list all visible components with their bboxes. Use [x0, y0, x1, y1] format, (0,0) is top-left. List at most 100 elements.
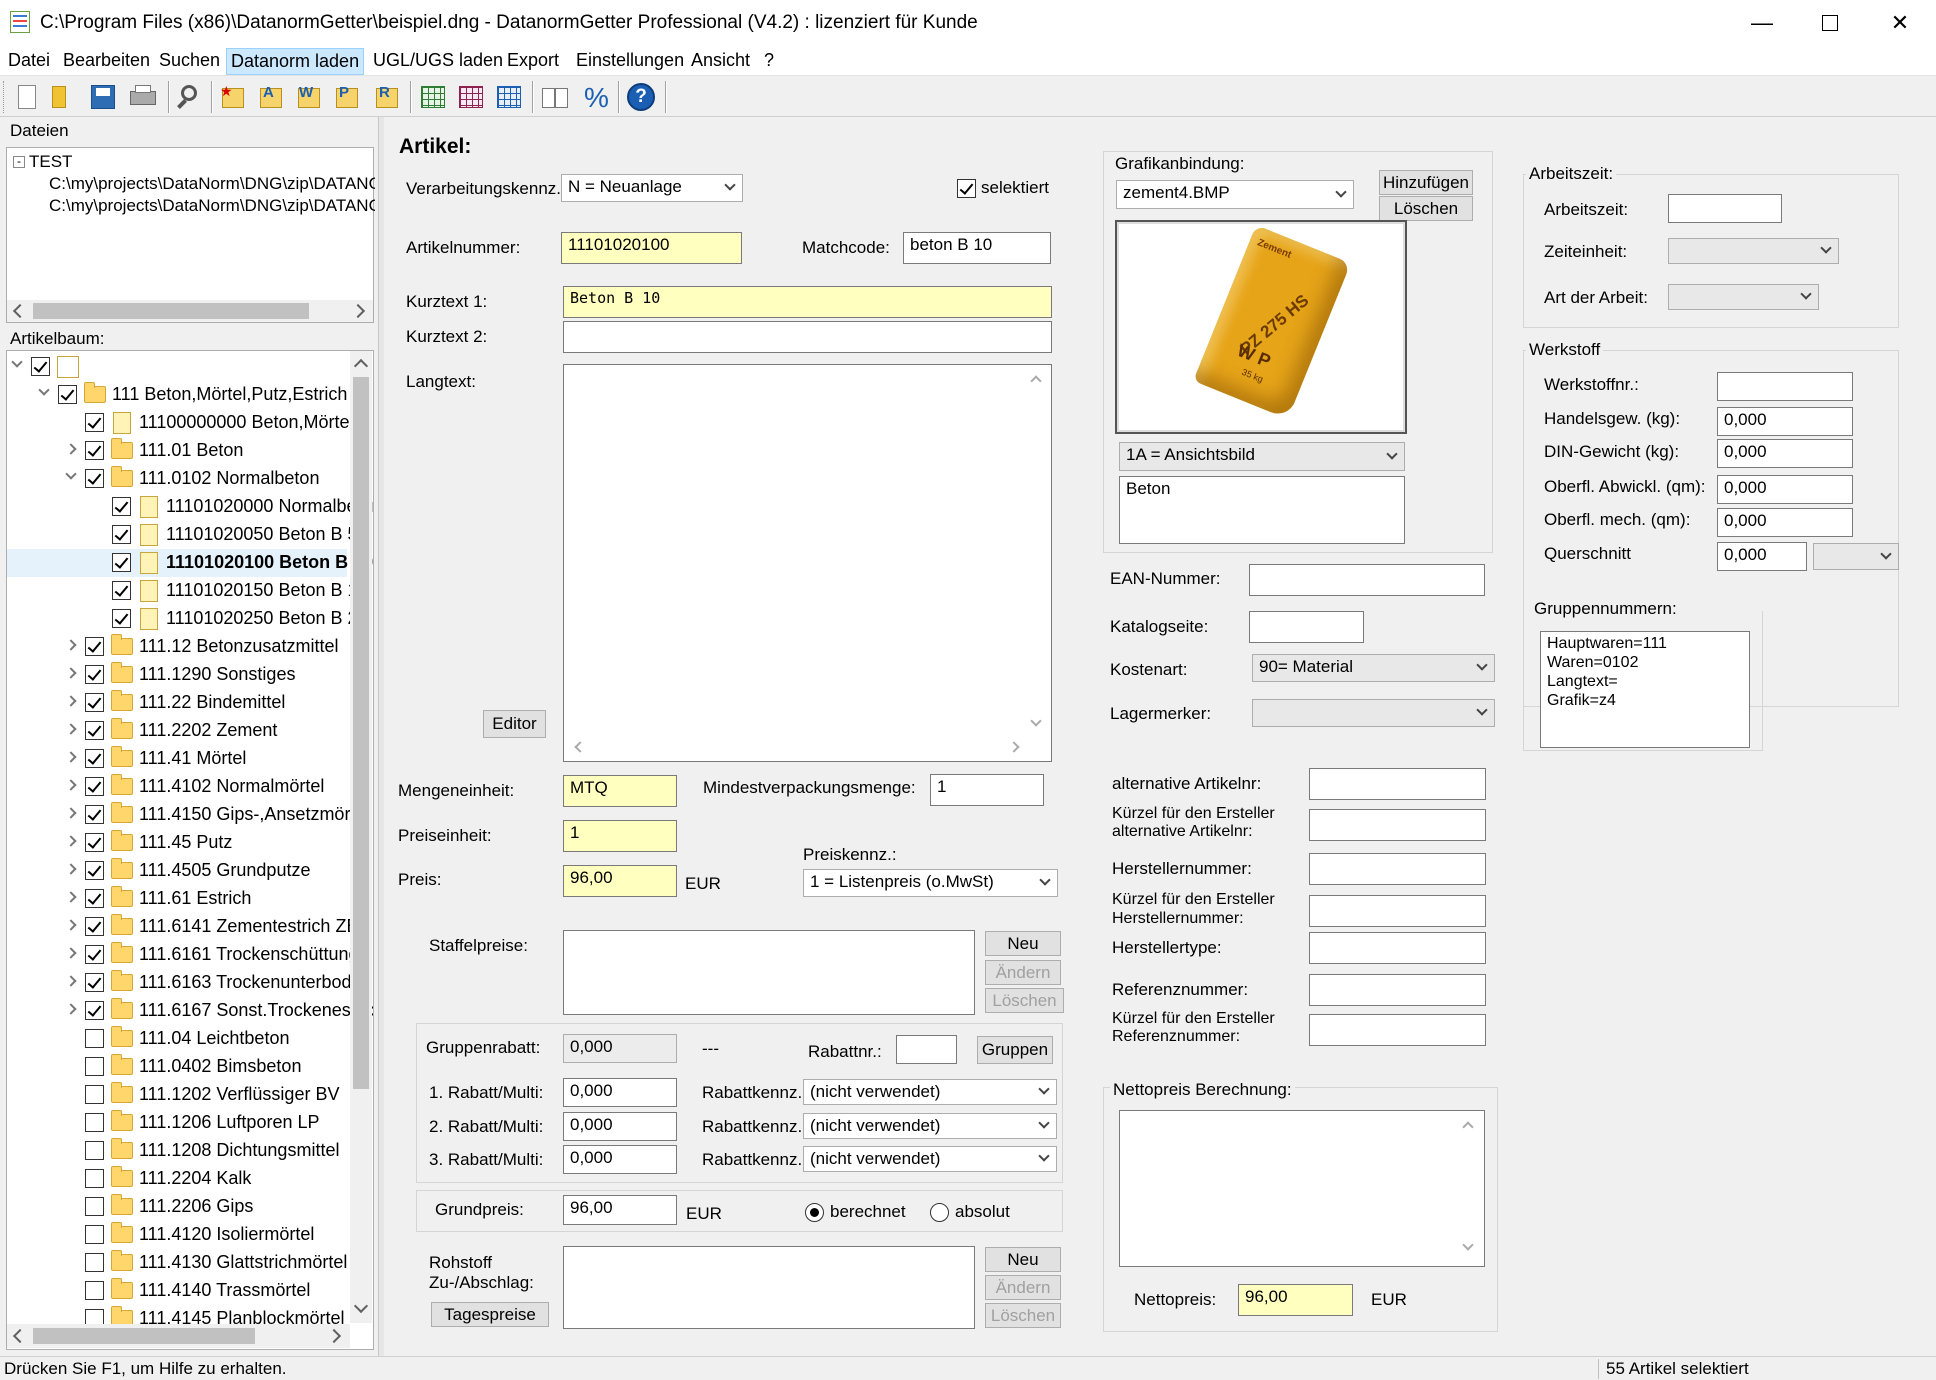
- scroll-right-icon[interactable]: [326, 1328, 342, 1344]
- tree-node[interactable]: 111 Beton,Mörtel,Putz,Estrich: [7, 381, 347, 409]
- grafik-delete-button[interactable]: Löschen: [1379, 196, 1473, 221]
- percent-icon[interactable]: %: [580, 82, 610, 113]
- scroll-up-icon[interactable]: [1462, 1121, 1474, 1133]
- rabattkennz2-select[interactable]: (nicht verwendet): [803, 1113, 1057, 1139]
- rabatt1-input[interactable]: 0,000: [563, 1078, 677, 1107]
- chevron-right-icon[interactable]: [65, 667, 77, 679]
- tree-node[interactable]: 111.2202 Zement: [7, 717, 347, 745]
- oberfl-abw-input[interactable]: 0,000: [1717, 475, 1853, 504]
- chevron-down-icon[interactable]: [38, 384, 50, 396]
- kostenart-select[interactable]: 90= Material: [1252, 654, 1495, 682]
- scroll-thumb[interactable]: [353, 377, 369, 1089]
- open-folder-icon[interactable]: [46, 82, 76, 112]
- chevron-right-icon[interactable]: [65, 723, 77, 735]
- mindest-input[interactable]: 1: [930, 774, 1044, 806]
- berechnet-radio[interactable]: [805, 1203, 824, 1222]
- print-icon[interactable]: [128, 82, 158, 112]
- kurztext1-input[interactable]: Beton B 10: [563, 286, 1052, 318]
- matchcode-input[interactable]: beton B 10: [903, 232, 1051, 264]
- tree-node-checkbox[interactable]: [85, 1057, 104, 1076]
- grafik-desc-textarea[interactable]: Beton: [1119, 476, 1405, 544]
- tree-node-checkbox[interactable]: [85, 973, 104, 992]
- tree-node[interactable]: 111.04 Leichtbeton: [7, 1025, 347, 1053]
- scroll-thumb[interactable]: [33, 1328, 255, 1344]
- rabattkennz3-select[interactable]: (nicht verwendet): [803, 1146, 1057, 1172]
- chevron-right-icon[interactable]: [65, 863, 77, 875]
- tree-node[interactable]: 111.1290 Sonstiges: [7, 661, 347, 689]
- grafik-add-button[interactable]: Hinzufügen: [1379, 170, 1473, 195]
- tree-node-checkbox[interactable]: [85, 917, 104, 936]
- tree-node-checkbox[interactable]: [85, 721, 104, 740]
- menu-bearbeiten[interactable]: Bearbeiten: [59, 50, 154, 71]
- tree-node-checkbox[interactable]: [58, 385, 77, 404]
- referenz-input[interactable]: [1309, 974, 1486, 1006]
- chevron-right-icon[interactable]: [65, 975, 77, 987]
- hersteller-input[interactable]: [1309, 853, 1486, 885]
- scroll-left-icon[interactable]: [574, 741, 586, 753]
- tree-node[interactable]: 111.41 Mörtel: [7, 745, 347, 773]
- tree-node-checkbox[interactable]: [85, 1085, 104, 1104]
- kuerzel-her-input[interactable]: [1309, 895, 1486, 927]
- tree-node-checkbox[interactable]: [112, 581, 131, 600]
- tree-node[interactable]: 111.6161 Trockenschüttung: [7, 941, 359, 969]
- tree-node[interactable]: 111.4102 Normalmörtel: [7, 773, 347, 801]
- tree-node-checkbox[interactable]: [85, 1281, 104, 1300]
- scroll-right-icon[interactable]: [350, 303, 366, 319]
- files-item[interactable]: C:\my\projects\DataNorm\DNG\zip\DATANORM: [49, 196, 375, 216]
- tree-node-checkbox[interactable]: [85, 889, 104, 908]
- menu-datanorm-laden[interactable]: Datanorm laden: [226, 48, 365, 75]
- tree-node-checkbox[interactable]: [112, 525, 131, 544]
- mengeneinheit-input[interactable]: MTQ: [563, 775, 677, 807]
- tree-node-checkbox[interactable]: [85, 945, 104, 964]
- tree-node-checkbox[interactable]: [85, 413, 104, 432]
- tree-node-checkbox[interactable]: [85, 1253, 104, 1272]
- tree-node-checkbox[interactable]: [85, 665, 104, 684]
- katalog-input[interactable]: [1249, 611, 1364, 643]
- staffel-neu-button[interactable]: Neu: [985, 931, 1061, 956]
- chevron-right-icon[interactable]: [65, 919, 77, 931]
- tree-node-checkbox[interactable]: [85, 805, 104, 824]
- save-icon[interactable]: [88, 82, 118, 112]
- tree-node-checkbox[interactable]: [85, 1113, 104, 1132]
- staffel-list[interactable]: [563, 930, 975, 1015]
- staffel-aendern-button[interactable]: Ändern: [985, 960, 1061, 985]
- chevron-right-icon[interactable]: [65, 835, 77, 847]
- tree-node[interactable]: 11101020050 Beton B 5: [7, 521, 358, 549]
- chevron-right-icon[interactable]: [65, 807, 77, 819]
- tree-node[interactable]: 111.1202 Verflüssiger BV: [7, 1081, 347, 1109]
- files-root[interactable]: TEST: [29, 152, 72, 172]
- tree-node[interactable]: 111.6167 Sonst.Trockenestrich: [7, 997, 373, 1025]
- maximize-button[interactable]: [1796, 0, 1864, 46]
- gruppenrabatt-input[interactable]: 0,000: [563, 1034, 677, 1063]
- kurztext2-input[interactable]: [563, 321, 1052, 353]
- zeiteinheit-select[interactable]: [1668, 238, 1839, 264]
- tree-node-checkbox[interactable]: [85, 1001, 104, 1020]
- tree-node[interactable]: 111.0402 Bimsbeton: [7, 1053, 347, 1081]
- preiskennz-select[interactable]: 1 = Listenpreis (o.MwSt): [803, 869, 1058, 897]
- export-access-icon[interactable]: [456, 82, 486, 112]
- tree-node-checkbox[interactable]: [85, 1029, 104, 1048]
- chevron-right-icon[interactable]: [65, 751, 77, 763]
- kuerzel-alt-input[interactable]: [1309, 809, 1486, 841]
- tree-node[interactable]: 111.45 Putz: [7, 829, 347, 857]
- tree-node[interactable]: 11101020150 Beton B 15: [7, 577, 368, 605]
- werkstoff-input[interactable]: [1717, 372, 1853, 401]
- tree-node[interactable]: 111.4120 Isoliermörtel: [7, 1221, 347, 1249]
- tree-node-checkbox[interactable]: [112, 497, 131, 516]
- chevron-down-icon[interactable]: [11, 356, 23, 368]
- netto-textarea[interactable]: [1119, 1110, 1485, 1267]
- ean-input[interactable]: [1249, 564, 1485, 596]
- import-r-icon[interactable]: R: [372, 82, 402, 112]
- querschnitt-input[interactable]: 0,000: [1717, 542, 1807, 571]
- scroll-up-icon[interactable]: [1030, 375, 1042, 387]
- nettopreis-input[interactable]: 96,00: [1238, 1284, 1353, 1316]
- chevron-down-icon[interactable]: [65, 468, 77, 480]
- rohstoff-list[interactable]: [563, 1246, 975, 1329]
- arbeitszeit-input[interactable]: [1668, 194, 1782, 223]
- collapse-icon[interactable]: -: [13, 155, 25, 168]
- tree-node[interactable]: 11101020100 Beton B 10: [7, 549, 373, 577]
- scroll-thumb[interactable]: [33, 303, 309, 319]
- scroll-left-icon[interactable]: [12, 303, 28, 319]
- tree-node[interactable]: 111.2204 Kalk: [7, 1165, 347, 1193]
- rohstoff-loeschen-button[interactable]: Löschen: [985, 1303, 1061, 1328]
